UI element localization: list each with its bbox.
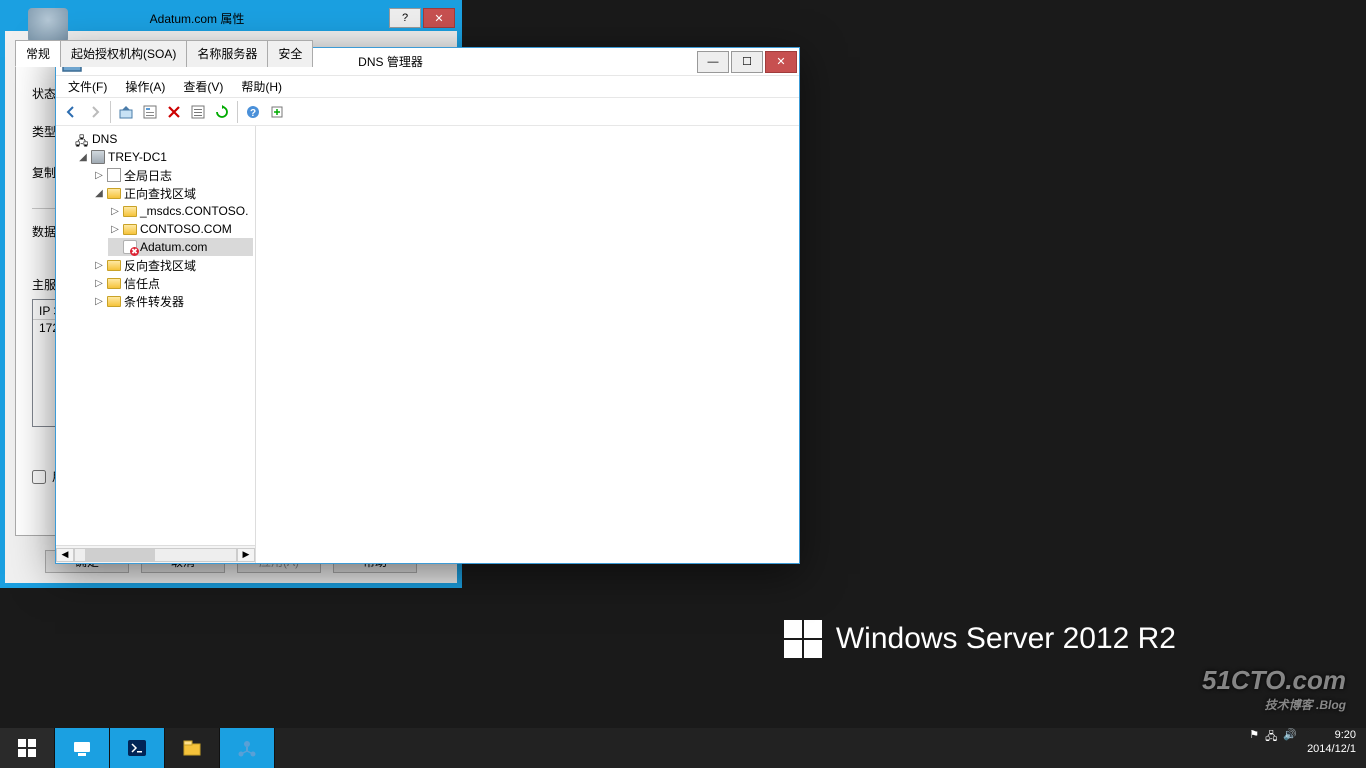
server-icon [91,150,105,164]
dns-menubar: 文件(F) 操作(A) 查看(V) 帮助(H) [56,76,799,98]
tree-node-zone-msdcs[interactable]: ▷ _msdcs.CONTOSO. [108,202,253,220]
menu-action[interactable]: 操作(A) [117,76,173,97]
system-tray[interactable]: ⚑ 🖧 🔊 9:20 2014/12/1 [1249,728,1366,768]
log-icon [107,168,121,182]
tree-node-trust-points[interactable]: ▷ 信任点 [92,274,253,292]
dns-tree-pane: ▸ 🖧 DNS ◢ TREY-DC1 [56,126,256,563]
menu-help[interactable]: 帮助(H) [233,76,290,97]
svg-text:?: ? [250,108,256,119]
taskbar: ⚑ 🖧 🔊 9:20 2014/12/1 [0,728,1366,768]
tree-node-zone-contoso[interactable]: ▷ CONTOSO.COM [108,220,253,238]
taskbar-dns-manager[interactable] [220,728,275,768]
tree-hscrollbar[interactable]: ◀ ▶ [56,545,255,563]
delete-button[interactable] [163,101,185,123]
scroll-left-icon[interactable]: ◀ [56,548,74,562]
tree-node-dns-root[interactable]: ▸ 🖧 DNS [60,130,253,148]
dns-manager-window: DNS 管理器 — ☐ ✕ 文件(F) 操作(A) 查看(V) 帮助(H) ? … [55,47,800,564]
folder-icon [107,260,121,271]
tab-name-servers[interactable]: 名称服务器 [186,40,268,67]
maximize-button[interactable]: ☐ [731,51,763,73]
back-button[interactable] [60,101,82,123]
minimize-button[interactable]: — [697,51,729,73]
zone-error-icon [123,240,137,254]
start-button[interactable] [0,728,55,768]
dns-tree[interactable]: ▸ 🖧 DNS ◢ TREY-DC1 [56,126,255,545]
tree-node-server[interactable]: ◢ TREY-DC1 [76,148,253,166]
windows-logo-icon [784,620,822,658]
scroll-thumb[interactable] [85,549,155,561]
sound-icon[interactable]: 🔊 [1283,728,1297,768]
props-titlebar[interactable]: Adatum.com 属性 ? ✕ [5,5,457,31]
clock[interactable]: 9:20 2014/12/1 [1307,728,1356,768]
menu-file[interactable]: 文件(F) [60,76,115,97]
export-button[interactable] [266,101,288,123]
tab-general[interactable]: 常规 [15,40,61,67]
tree-node-reverse-zones[interactable]: ▷ 反向查找区域 [92,256,253,274]
folder-open-icon [107,188,121,199]
tree-node-zone-adatum[interactable]: ▷ Adatum.com [108,238,253,256]
details-button[interactable] [187,101,209,123]
tab-security[interactable]: 安全 [267,40,313,67]
help-button[interactable]: ? [242,101,264,123]
tree-node-conditional-forwarders[interactable]: ▷ 条件转发器 [92,292,253,310]
scroll-right-icon[interactable]: ▶ [237,548,255,562]
os-branding: Windows Server 2012 R2 [784,620,1176,658]
taskbar-powershell[interactable] [110,728,165,768]
dns-detail-pane [256,126,799,563]
watermark: 51CTO.com 技术博客 .Blog [1202,665,1346,713]
dns-icon: 🖧 [75,132,89,146]
tree-node-global-log[interactable]: ▷ 全局日志 [92,166,253,184]
menu-view[interactable]: 查看(V) [175,76,231,97]
folder-icon [123,206,137,217]
folder-icon [123,224,137,235]
props-close-button[interactable]: ✕ [423,8,455,28]
tree-node-forward-zones[interactable]: ◢ 正向查找区域 [92,184,253,202]
use-local-list-checkbox[interactable] [32,470,46,484]
tab-soa[interactable]: 起始授权机构(SOA) [60,40,187,67]
folder-icon [107,296,121,307]
taskbar-explorer[interactable] [165,728,220,768]
properties-button[interactable] [139,101,161,123]
close-button[interactable]: ✕ [765,51,797,73]
dns-toolbar: ? [56,98,799,126]
folder-icon [107,278,121,289]
refresh-button[interactable] [211,101,233,123]
forward-button[interactable] [84,101,106,123]
context-help-button[interactable]: ? [389,8,421,28]
flag-icon[interactable]: ⚑ [1249,728,1259,768]
up-button[interactable] [115,101,137,123]
network-icon[interactable]: 🖧 [1265,728,1277,768]
taskbar-server-manager[interactable] [55,728,110,768]
